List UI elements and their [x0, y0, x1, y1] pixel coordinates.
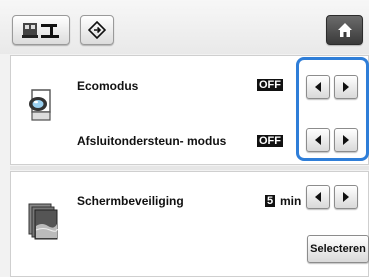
- home-icon: [337, 23, 352, 37]
- arrow-left-icon: [315, 192, 321, 202]
- section-divider: [10, 166, 369, 170]
- settings-screen: Ecomodus OFF Afsluitondersteun- modus OF…: [0, 0, 369, 277]
- shutoff-mode-label: Afsluitondersteun- modus: [77, 134, 227, 148]
- select-screensaver-button[interactable]: Selecteren: [307, 235, 369, 263]
- sewing-machine-icon: [22, 23, 59, 38]
- eco-mode-label: Ecomodus: [77, 79, 139, 93]
- eco-mode-icon: [29, 89, 51, 121]
- shutoff-mode-status: OFF: [257, 135, 283, 147]
- arrow-right-icon: [343, 192, 349, 202]
- diamond-arrow-icon: [88, 21, 106, 39]
- screensaver-label: Schermbeveiliging: [77, 194, 184, 208]
- screensaver-increase-button[interactable]: [334, 185, 358, 209]
- eco-mode-status: OFF: [257, 79, 283, 91]
- embroidery-settings-button[interactable]: [80, 15, 114, 45]
- selection-highlight: [296, 57, 369, 161]
- screensaver-icon: [28, 203, 58, 240]
- home-button[interactable]: [326, 15, 363, 45]
- screensaver-time-unit: min: [280, 194, 302, 208]
- screensaver-decrease-button[interactable]: [306, 185, 330, 209]
- machine-settings-button[interactable]: [12, 15, 70, 45]
- top-toolbar: [0, 0, 369, 54]
- screensaver-time-value: 5: [265, 195, 276, 207]
